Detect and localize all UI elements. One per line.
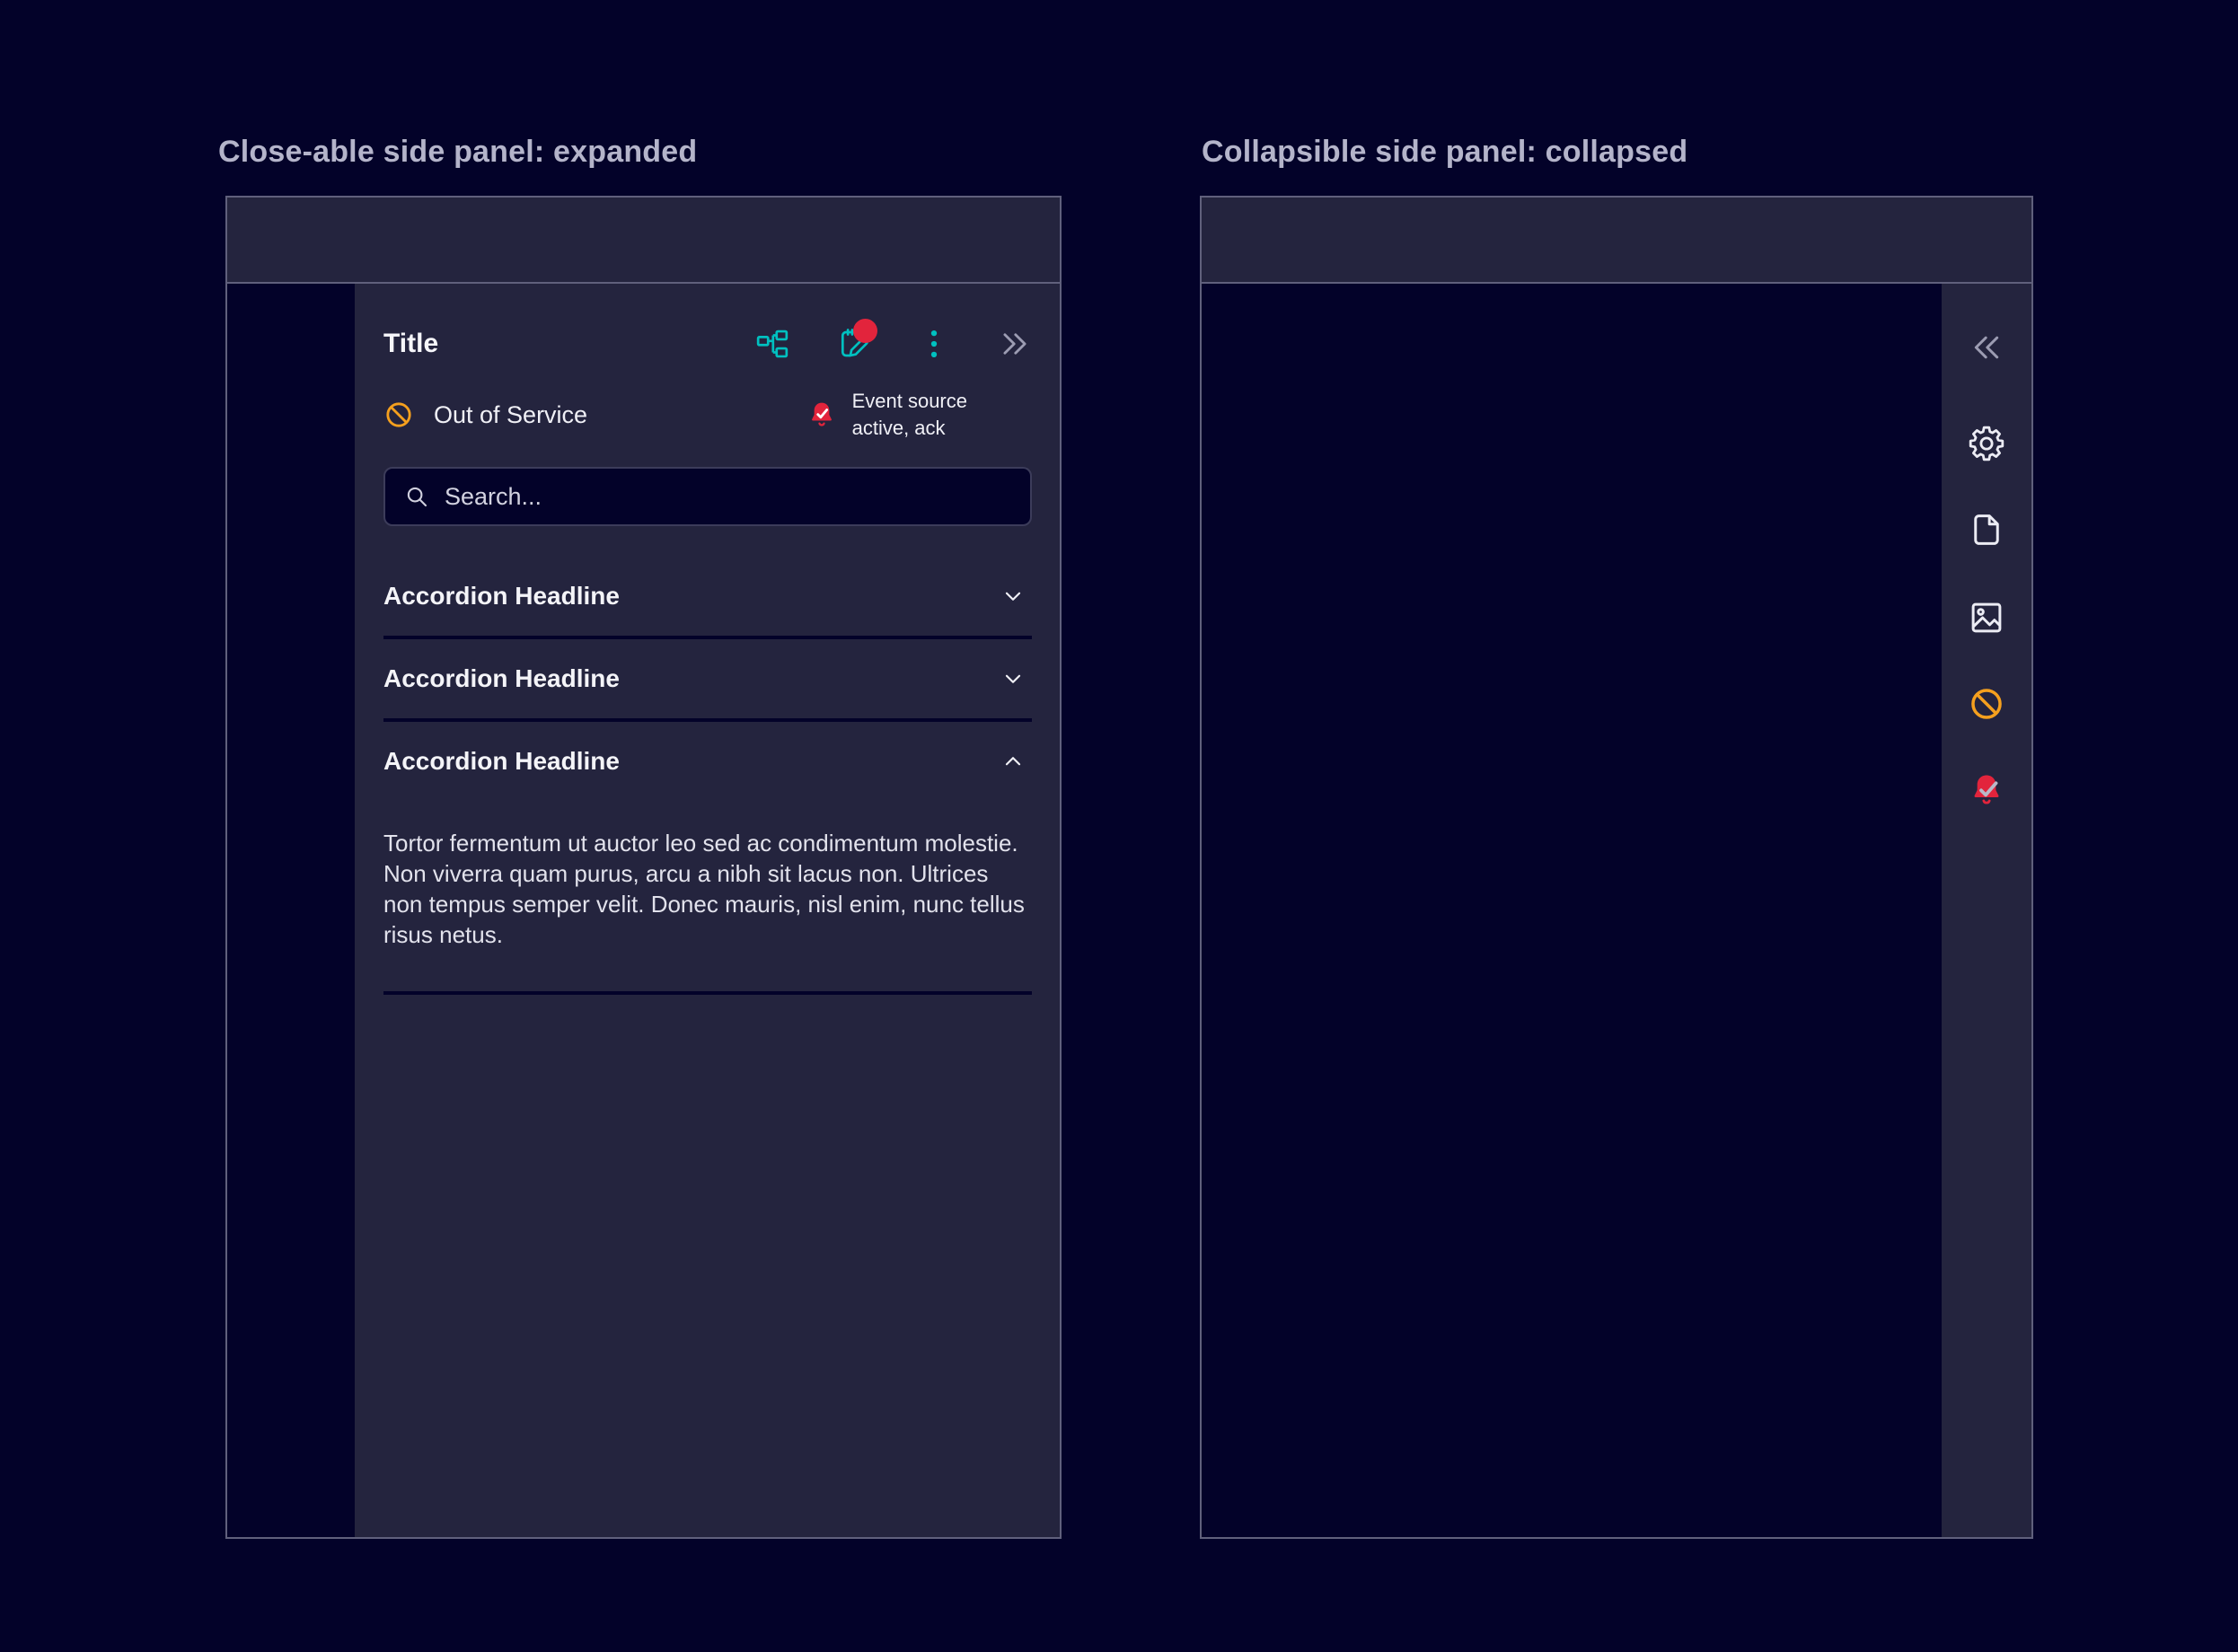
- window-body: [1202, 284, 2031, 1537]
- note-edit-icon[interactable]: [836, 327, 870, 361]
- expand-left-icon[interactable]: [1969, 330, 2005, 365]
- window-titlebar: [227, 198, 1060, 284]
- chevron-down-icon: [1001, 667, 1025, 690]
- panel-title: Title: [383, 329, 438, 359]
- status-out-of-service: Out of Service: [383, 400, 587, 430]
- event-source-icon: [806, 400, 837, 430]
- accordion-header-3[interactable]: Accordion Headline: [383, 722, 1032, 801]
- accordion-body-text: Tortor fermentum ut auctor leo sed ac co…: [383, 801, 1026, 991]
- window-body: Title: [227, 284, 1060, 1537]
- chevron-up-icon: [1001, 750, 1025, 773]
- accordion-group: Accordion Headline Accordion Headline Ac…: [383, 557, 1032, 995]
- divider: [383, 991, 1032, 995]
- side-panel-collapsed: [1942, 284, 2031, 1537]
- status-event-label: Event source active, ack: [852, 388, 967, 442]
- settings-icon[interactable]: [1968, 425, 2005, 462]
- status-label: Out of Service: [434, 401, 587, 429]
- file-icon[interactable]: [1968, 511, 2005, 549]
- search-input[interactable]: [445, 483, 1012, 511]
- search-icon: [403, 483, 430, 510]
- out-of-service-icon: [383, 400, 414, 430]
- kebab-menu-icon[interactable]: [917, 327, 951, 361]
- notification-badge: [853, 319, 877, 343]
- status-event-source: Event source active, ack: [806, 388, 967, 442]
- figure-caption-collapsed: Collapsible side panel: collapsed: [1202, 135, 1687, 170]
- search-box: [383, 467, 1032, 526]
- window-titlebar: [1202, 198, 2031, 284]
- topology-icon[interactable]: [755, 327, 789, 361]
- app-window-collapsed: [1200, 196, 2033, 1539]
- figure-caption-expanded: Close-able side panel: expanded: [218, 135, 697, 170]
- app-window-expanded: Title: [225, 196, 1062, 1539]
- accordion-header-1[interactable]: Accordion Headline: [383, 557, 1032, 636]
- status-row: Out of Service Event source active, ack: [383, 388, 1032, 442]
- chevron-down-icon: [1001, 584, 1025, 608]
- design-spec-canvas: { "colors": { "accent_teal": "#00c0c0", …: [0, 0, 2238, 1652]
- panel-header: Title: [383, 316, 1032, 372]
- content-area: [227, 284, 355, 1537]
- accordion-header-2[interactable]: Accordion Headline: [383, 639, 1032, 718]
- out-of-service-icon[interactable]: [1968, 685, 2005, 723]
- content-area: [1202, 284, 1942, 1537]
- panel-toolbar: [755, 327, 1032, 361]
- collapse-right-icon[interactable]: [998, 327, 1032, 361]
- side-panel-expanded: Title: [355, 284, 1060, 1537]
- event-source-icon[interactable]: [1968, 771, 2005, 809]
- image-icon[interactable]: [1968, 599, 2005, 637]
